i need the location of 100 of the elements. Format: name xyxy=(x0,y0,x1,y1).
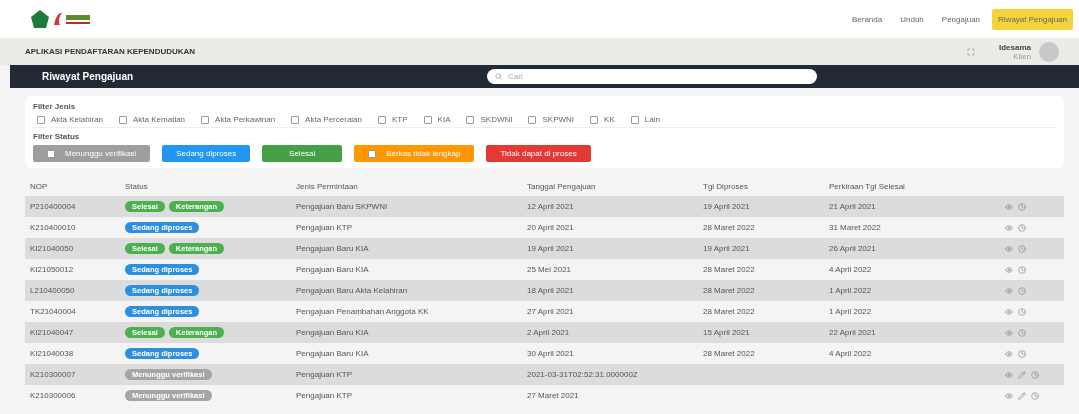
avatar[interactable] xyxy=(1039,41,1059,62)
app-title: APLIKASI PENDAFTARAN KEPENDUDUKAN xyxy=(25,47,196,56)
fullscreen-icon[interactable] xyxy=(966,47,975,56)
checkbox-label: SKPWNI xyxy=(542,115,575,124)
table-cell-text: 27 Maret 2021 xyxy=(527,391,580,400)
table-cell-text: 28 Maret 2022 xyxy=(703,286,756,295)
table-cell-text: 19 April 2021 xyxy=(527,244,575,253)
table-cell-text: 19 April 2021 xyxy=(703,202,751,211)
status-filter-button[interactable]: Sedang diproses xyxy=(162,145,251,162)
status-filter-button[interactable]: Tidak dapat di proses xyxy=(486,145,591,162)
view-icon[interactable] xyxy=(1005,223,1013,232)
clock-icon[interactable] xyxy=(1018,307,1026,316)
checkbox[interactable] xyxy=(590,115,599,124)
checkbox[interactable] xyxy=(291,115,300,124)
table-cell-text: Pengajuan Baru KIA xyxy=(296,244,370,253)
table-cell-text: 20 April 2021 xyxy=(527,223,575,232)
table-cell-text: KI21040038 xyxy=(30,349,75,358)
table-cell-text: 12 April 2021 xyxy=(527,202,575,211)
checkbox[interactable] xyxy=(37,115,45,124)
table-cell-text: K210300006 xyxy=(30,391,77,400)
checkbox[interactable] xyxy=(378,115,386,124)
checkbox-label: SKDWNI xyxy=(480,115,513,124)
table-cell-text: 15 April 2021 xyxy=(703,328,751,337)
table-cell-text: K210300007 xyxy=(30,370,77,379)
nav-link[interactable]: Unduh xyxy=(894,8,930,30)
table-cell-text: 2021-03-31T02:52:31.000000Z xyxy=(527,370,639,379)
table-cell-text: 28 Maret 2022 xyxy=(703,349,756,358)
view-icon[interactable] xyxy=(1005,328,1013,337)
checkbox-label: KK xyxy=(604,115,615,124)
checkbox-label: KIA xyxy=(437,115,451,124)
clock-icon[interactable] xyxy=(1031,370,1039,379)
view-icon[interactable] xyxy=(1005,391,1013,400)
clock-icon[interactable] xyxy=(1018,328,1026,337)
clock-icon[interactable] xyxy=(1018,265,1026,274)
view-icon[interactable] xyxy=(1005,202,1013,211)
table-cell-text: 1 April 2022 xyxy=(829,307,873,316)
checkbox[interactable] xyxy=(528,115,537,124)
checkbox[interactable] xyxy=(368,149,377,158)
nav-link[interactable]: Pengajuan xyxy=(935,8,987,30)
table-cell-text: Pengajuan Baru KIA xyxy=(296,265,370,274)
checkbox-label: Akta Perkawinan xyxy=(215,115,276,124)
table-cell-text: 28 Maret 2022 xyxy=(703,223,756,232)
checkbox[interactable] xyxy=(47,149,55,158)
checkbox-label: KTP xyxy=(392,115,408,124)
table-cell-text: 31 Maret 2022 xyxy=(829,223,882,232)
checkbox[interactable] xyxy=(201,115,210,124)
page-title: Riwayat Pengajuan xyxy=(42,71,135,82)
clock-icon[interactable] xyxy=(1018,223,1026,232)
table-cell-text: 30 April 2021 xyxy=(527,349,575,358)
table-cell-text: TK21040004 xyxy=(30,307,77,316)
clock-icon[interactable] xyxy=(1018,202,1026,211)
table-cell-text: 22 April 2021 xyxy=(829,328,877,337)
table-cell-text: 25 Mei 2021 xyxy=(527,265,573,274)
view-icon[interactable] xyxy=(1005,265,1013,274)
column-header: Perkiraan Tgl Selesai xyxy=(829,181,906,191)
clock-icon[interactable] xyxy=(1018,349,1026,358)
nav-link[interactable]: Beranda xyxy=(845,8,889,30)
clock-icon[interactable] xyxy=(1018,244,1026,253)
table-cell-text: KI21040050 xyxy=(30,244,75,253)
clock-icon[interactable] xyxy=(1018,286,1026,295)
pencil-icon[interactable] xyxy=(1018,391,1026,400)
table-cell-text: Pengajuan Penambahan Anggota KK xyxy=(296,307,430,316)
checkbox[interactable] xyxy=(423,115,432,124)
view-icon[interactable] xyxy=(1005,349,1013,358)
checkbox[interactable] xyxy=(466,115,475,124)
checkbox[interactable] xyxy=(630,115,639,124)
checkbox-label: Akta Perceraian xyxy=(305,115,362,124)
table-cell-text: Pengajuan KTP xyxy=(296,223,354,232)
column-header: NOP xyxy=(30,181,49,191)
table-cell-text: Pengajuan Baru KIA xyxy=(296,328,370,337)
table-cell-text: 1 April 2022 xyxy=(829,286,873,295)
table-cell-text: 26 April 2021 xyxy=(829,244,877,253)
user-role: Klien xyxy=(1013,51,1031,61)
table-cell-text: 18 April 2021 xyxy=(527,286,575,295)
checkbox[interactable] xyxy=(119,115,128,124)
checkbox-label: Akta Kematian xyxy=(133,115,186,124)
view-icon[interactable] xyxy=(1005,307,1013,316)
table-cell-text: K210400010 xyxy=(30,223,77,232)
column-header: Status xyxy=(125,181,149,191)
checkbox-label: Akta Kelahiran xyxy=(51,115,104,124)
table-cell-text: L210400050 xyxy=(30,286,76,295)
column-header: Tgl Diproses xyxy=(703,181,749,191)
view-icon[interactable] xyxy=(1005,244,1013,253)
table-cell-text: 28 Maret 2022 xyxy=(703,265,756,274)
pencil-icon[interactable] xyxy=(1018,370,1026,379)
user-name: Idesama xyxy=(998,42,1031,52)
nav-link[interactable]: Riwayat Pengajuan xyxy=(992,8,1073,30)
view-icon[interactable] xyxy=(1005,286,1013,295)
status-filter-button[interactable]: Selesai xyxy=(262,145,343,162)
checkbox-label: Lain xyxy=(644,115,660,124)
clock-icon[interactable] xyxy=(1031,391,1039,400)
table-cell-text: Pengajuan KTP xyxy=(296,391,354,400)
table-cell-text: 4 April 2022 xyxy=(829,349,873,358)
table-cell-text: Pengajuan Baru SKPWNI xyxy=(296,202,389,211)
table-cell-text: Pengajuan Baru Akta Kelahiran xyxy=(296,286,409,295)
view-icon[interactable] xyxy=(1005,370,1013,379)
table-cell-text: Pengajuan KTP xyxy=(296,370,354,379)
logo xyxy=(30,9,92,29)
search-icon xyxy=(495,73,502,80)
table-cell-text: KI21050012 xyxy=(30,265,75,274)
